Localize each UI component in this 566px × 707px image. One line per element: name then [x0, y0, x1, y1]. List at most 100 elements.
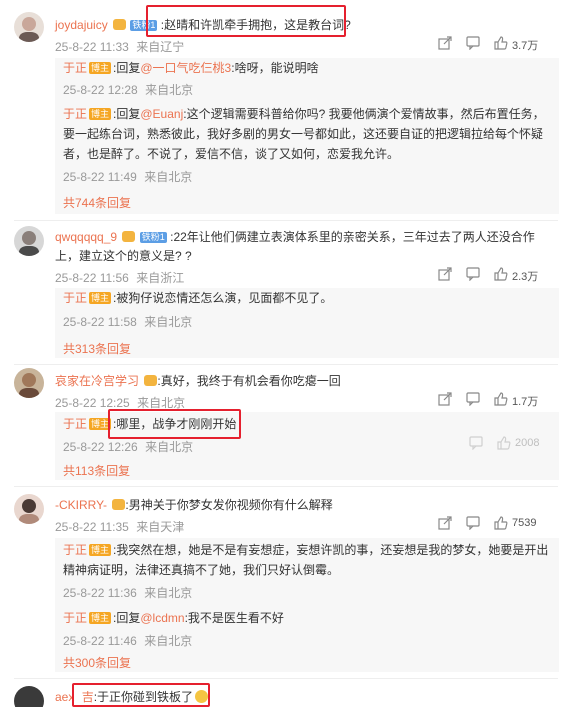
- comment-line: qwqqqqq_9 铁粉1 :22年让他们俩建立表演体系里的亲密关系，三年过去了…: [55, 228, 555, 266]
- comment-location: 来自北京: [137, 396, 186, 410]
- crown-badge-icon: [144, 375, 158, 386]
- comment-meta: 25-8-22 11:56 来自浙江: [55, 269, 184, 286]
- reply-item: 于正 博主:回复@一口气吃仨桃3:啥呀，能说明啥: [63, 58, 555, 78]
- reply-item: 于正 博主:被狗仔说恋情还怎么演，见面都不见了。: [63, 288, 555, 308]
- comment-actions: 3.7万: [436, 36, 556, 52]
- reply-date: 25-8-22 11:46: [63, 634, 137, 648]
- reply-meta: 25-8-22 11:49 来自北京: [63, 168, 192, 185]
- comment-line: 哀家在冷宫学习 :真好，我终于有机会看你吃瘪一回: [55, 372, 341, 389]
- reply-username[interactable]: 于正: [63, 61, 87, 75]
- avatar[interactable]: [14, 368, 44, 398]
- comment-actions: 1.7万: [436, 392, 556, 408]
- reply-text: :哪里，战争才刚刚开始: [113, 417, 237, 431]
- reply-block: 于正 博主:回复@一口气吃仨桃3:啥呀，能说明啥 25-8-22 12:28 来自…: [55, 58, 559, 214]
- comment-date: 25-8-22 11:56: [55, 271, 129, 285]
- reply-username[interactable]: 于正: [63, 611, 87, 625]
- like-count: 2.3万: [512, 271, 539, 283]
- like-icon[interactable]: [494, 36, 508, 50]
- crown-badge-icon: [122, 231, 136, 242]
- reply-prefix: :回复: [113, 61, 141, 75]
- comment-meta: 25-8-22 11:33 来自辽宁: [55, 38, 184, 55]
- more-replies-link[interactable]: 共113条回复: [63, 462, 130, 479]
- fan-badge: 铁粉1: [139, 232, 167, 243]
- crown-badge-icon: [113, 19, 127, 30]
- blogger-tag: 博主: [89, 108, 112, 120]
- comment-date: 25-8-22 11:35: [55, 520, 129, 534]
- comment-date: 25-8-22 12:25: [55, 396, 130, 410]
- divider: [14, 220, 558, 221]
- reply-date: 25-8-22 12:26: [63, 440, 138, 454]
- reply-username[interactable]: 于正: [63, 417, 87, 431]
- comment-line: -CKIRRY- :男神关于你梦女发你视频你有什么解释: [55, 496, 333, 513]
- reply-location: 来自北京: [144, 634, 193, 648]
- share-icon[interactable]: [438, 392, 452, 406]
- reply-location: 来自北京: [144, 586, 193, 600]
- comment-username[interactable]: aex: [55, 690, 74, 704]
- reply-location: 来自北京: [144, 315, 193, 329]
- more-replies-link[interactable]: 共313条回复: [63, 340, 131, 357]
- reply-username[interactable]: 于正: [63, 291, 87, 305]
- share-icon[interactable]: [438, 516, 452, 530]
- reply-item: 于正 博主:回复@lcdmn:我不是医生看不好: [63, 608, 555, 628]
- like-icon[interactable]: [497, 436, 511, 450]
- reply-location: 来自北京: [144, 170, 193, 184]
- reply-text: :啥呀，能说明啥: [231, 61, 319, 75]
- avatar[interactable]: [14, 226, 44, 256]
- reply-username[interactable]: 于正: [63, 107, 87, 121]
- reply-location: 来自北京: [145, 440, 194, 454]
- like-count: 1.7万: [512, 396, 539, 408]
- blogger-tag: 博主: [89, 612, 112, 624]
- reply-item: 于正 博主:哪里，战争才刚刚开始: [63, 414, 555, 434]
- avatar[interactable]: [14, 686, 44, 707]
- comment-text: :赵晴和许凯牵手拥抱，这是教台词?: [160, 18, 351, 32]
- comment-icon[interactable]: [466, 267, 480, 281]
- more-replies-link[interactable]: 共744条回复: [63, 194, 131, 211]
- like-count: 3.7万: [512, 40, 539, 52]
- comment-icon[interactable]: [466, 516, 480, 530]
- comment-line: aex 吉:于正你碰到铁板了: [55, 688, 209, 705]
- mention-link[interactable]: @Euanj: [140, 107, 183, 121]
- comment-username[interactable]: joydajuicy: [55, 18, 108, 32]
- comment-icon[interactable]: [466, 36, 480, 50]
- reply-meta: 25-8-22 12:26 来自北京: [63, 438, 193, 455]
- comment-icon[interactable]: [466, 392, 480, 406]
- mention-link[interactable]: @一口气吃仨桃3: [140, 61, 231, 75]
- like-icon[interactable]: [494, 267, 508, 281]
- reply-text: :我不是医生看不好: [184, 611, 284, 625]
- comment-username[interactable]: 哀家在冷宫学习: [55, 374, 139, 388]
- blogger-tag: 博主: [89, 292, 112, 304]
- reply-meta: 25-8-22 11:58 来自北京: [63, 313, 192, 330]
- comment-meta: 25-8-22 11:35 来自天津: [55, 518, 184, 535]
- comment-text: :男神关于你梦女发你视频你有什么解释: [125, 498, 333, 512]
- reply-prefix: :回复: [113, 107, 141, 121]
- more-replies-link[interactable]: 共300条回复: [63, 654, 131, 671]
- reply-username[interactable]: 于正: [63, 543, 87, 557]
- reply-meta: 25-8-22 11:46 来自北京: [63, 632, 192, 649]
- avatar[interactable]: [14, 12, 44, 42]
- comment-username[interactable]: qwqqqqq_9: [55, 230, 117, 244]
- reply-date: 25-8-22 11:49: [63, 170, 137, 184]
- avatar[interactable]: [14, 494, 44, 524]
- reply-meta: 25-8-22 12:28 来自北京: [63, 81, 193, 98]
- reply-meta: 25-8-22 11:36 来自北京: [63, 584, 192, 601]
- blogger-tag: 博主: [89, 418, 112, 430]
- share-icon[interactable]: [438, 267, 452, 281]
- divider: [14, 364, 558, 365]
- reply-block: 于正 博主:哪里，战争才刚刚开始 25-8-22 12:26 来自北京 2008 …: [55, 412, 559, 480]
- comment-line: joydajuicy 铁粉1 :赵晴和许凯牵手拥抱，这是教台词?: [55, 16, 351, 33]
- comment-icon[interactable]: [469, 436, 483, 450]
- like-count: 7539: [512, 517, 537, 529]
- comment-username[interactable]: -CKIRRY-: [55, 498, 107, 512]
- blogger-tag: 博主: [89, 62, 112, 74]
- mention-link[interactable]: @lcdmn: [140, 611, 184, 625]
- reply-date: 25-8-22 11:58: [63, 315, 137, 329]
- like-icon[interactable]: [494, 392, 508, 406]
- like-icon[interactable]: [494, 516, 508, 530]
- reply-location: 来自北京: [145, 83, 194, 97]
- reply-item: 于正 博主:回复@Euanj:这个逻辑需要科普给你吗? 我要他俩演个爱情故事，然后…: [63, 104, 555, 164]
- comment-username-part[interactable]: 吉: [82, 690, 94, 704]
- reply-prefix: :回复: [113, 611, 141, 625]
- share-icon[interactable]: [438, 36, 452, 50]
- comment-location: 来自浙江: [136, 271, 185, 285]
- comment-date: 25-8-22 11:33: [55, 40, 129, 54]
